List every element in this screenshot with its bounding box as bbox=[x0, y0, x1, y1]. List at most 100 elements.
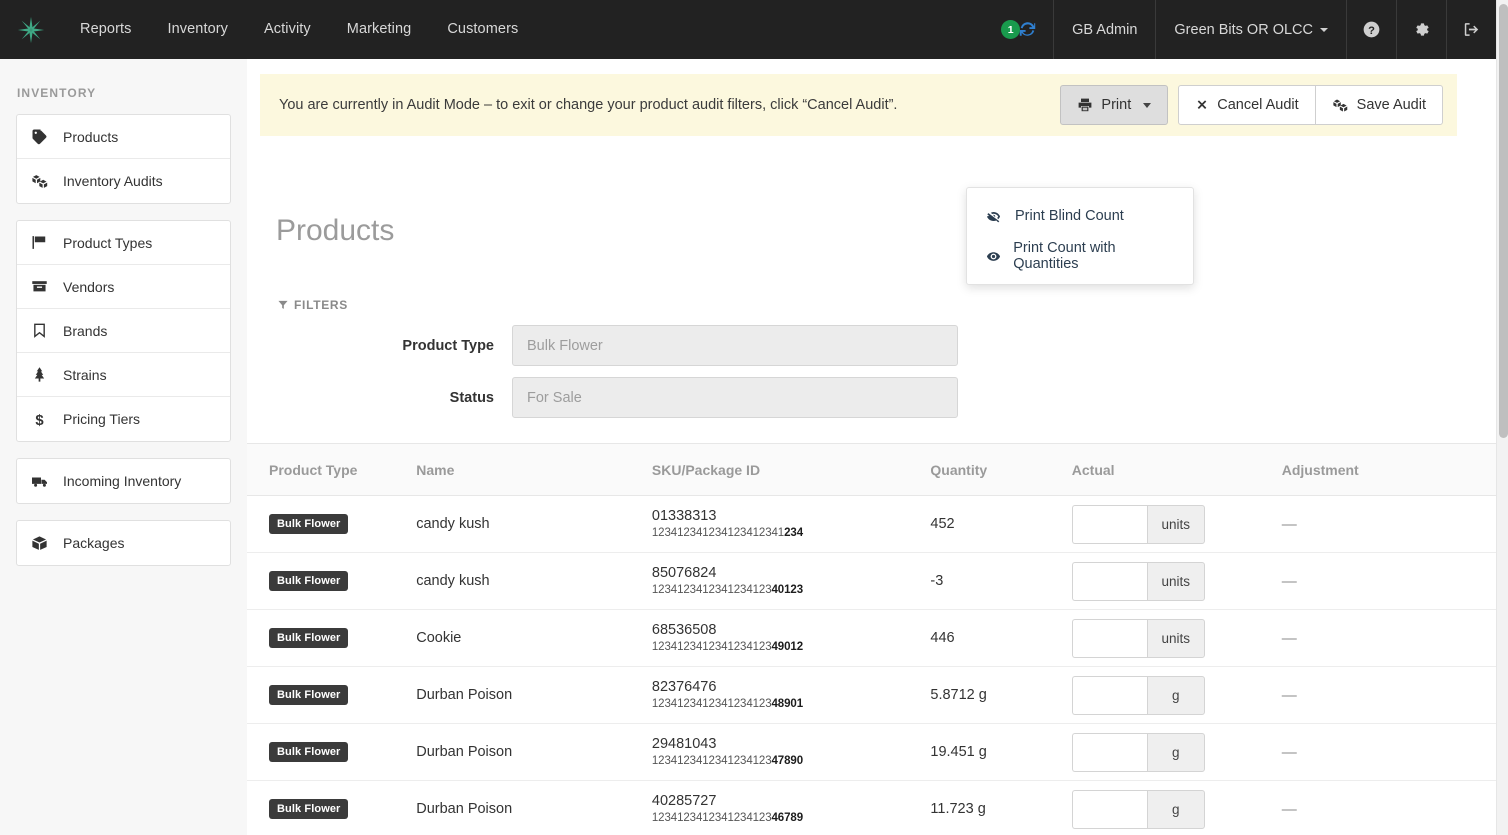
page-scrollbar[interactable] bbox=[1496, 0, 1508, 835]
audit-action-buttons: Print Cancel Audit Save Audit bbox=[1060, 85, 1443, 125]
adjustment-value: — bbox=[1281, 800, 1297, 818]
sidebar-item-label: Pricing Tiers bbox=[63, 411, 141, 427]
cell-quantity: 19.451 g bbox=[930, 723, 1072, 781]
eye-slash-icon bbox=[985, 209, 1015, 224]
nav-link-marketing[interactable]: Marketing bbox=[329, 0, 430, 59]
package-id-value: 123412341234123412341234 bbox=[652, 526, 931, 541]
actual-quantity-input[interactable] bbox=[1071, 789, 1147, 829]
sku-value: 01338313 bbox=[651, 508, 717, 525]
cell-sku: 01338313 123412341234123412341234 bbox=[651, 495, 931, 553]
package-id-suffix: 47890 bbox=[771, 754, 804, 767]
nav-link-inventory[interactable]: Inventory bbox=[149, 0, 246, 59]
print-button-label: Print bbox=[1101, 97, 1132, 113]
app-logo[interactable] bbox=[0, 15, 62, 45]
page-scrollbar-thumb[interactable] bbox=[1499, 4, 1508, 438]
cube-icon bbox=[31, 535, 57, 552]
sidebar-section-title: INVENTORY bbox=[17, 86, 97, 100]
actual-quantity-group: units bbox=[1071, 504, 1205, 544]
sync-status-indicator[interactable]: 1 bbox=[991, 0, 1053, 59]
cell-name: Durban Poison bbox=[416, 780, 652, 835]
package-id-prefix: 123412341234123412341 bbox=[651, 526, 785, 539]
table-body: Bulk Flower candy kush 01338313 12341234123… bbox=[247, 495, 1496, 835]
sidebar-item-pricing-tiers[interactable]: $ Pricing Tiers bbox=[17, 397, 230, 441]
sidebar-item-strains[interactable]: Strains bbox=[17, 353, 230, 397]
nav-link-reports[interactable]: Reports bbox=[62, 0, 149, 59]
unit-addon: units bbox=[1146, 504, 1205, 544]
sidebar-item-packages[interactable]: Packages bbox=[17, 521, 230, 565]
sidebar-item-label: Incoming Inventory bbox=[63, 473, 182, 489]
location-label: Green Bits OR OLCC bbox=[1174, 21, 1313, 38]
green-bits-star-logo bbox=[17, 16, 45, 43]
adjustment-value: — bbox=[1281, 515, 1297, 533]
cell-actual: units bbox=[1071, 609, 1282, 667]
cancel-audit-button[interactable]: Cancel Audit bbox=[1178, 85, 1316, 125]
cell-product-type: Bulk Flower bbox=[247, 552, 417, 610]
audit-mode-message: You are currently in Audit Mode – to exi… bbox=[279, 97, 898, 113]
sidebar-item-vendors[interactable]: Vendors bbox=[17, 265, 230, 309]
cell-actual: units bbox=[1071, 552, 1282, 610]
cell-name: candy kush bbox=[416, 495, 652, 553]
package-id-value: 123412341234123412347890 bbox=[652, 754, 931, 769]
inventory-sidebar: INVENTORY Products Inventory Audits Prod… bbox=[0, 59, 247, 835]
bookmark-icon bbox=[31, 322, 57, 339]
sidebar-item-label: Inventory Audits bbox=[63, 173, 163, 189]
chevron-down-icon bbox=[1320, 27, 1328, 32]
unit-addon: g bbox=[1146, 789, 1205, 829]
table-row: Bulk Flower Durban Poison 40285727 12341234… bbox=[247, 780, 1496, 835]
nav-right-cluster: 1 GB Admin Green Bits OR OLCC ? bbox=[991, 0, 1496, 59]
package-id-prefix: 1234123412341234123 bbox=[651, 811, 772, 824]
nav-link-activity[interactable]: Activity bbox=[246, 0, 329, 59]
boxes-icon bbox=[1333, 99, 1347, 111]
product-type-badge: Bulk Flower bbox=[269, 742, 349, 762]
table-row: Bulk Flower candy kush 01338313 12341234123… bbox=[247, 495, 1496, 553]
sidebar-item-brands[interactable]: Brands bbox=[17, 309, 230, 353]
current-user-label[interactable]: GB Admin bbox=[1053, 0, 1155, 59]
sidebar-item-product-types[interactable]: Product Types bbox=[17, 221, 230, 265]
cell-sku: 29481043 123412341234123412347890 bbox=[651, 723, 931, 781]
sku-value: 85076824 bbox=[651, 565, 717, 582]
table-row: Bulk Flower Durban Poison 82376476 12341234… bbox=[247, 666, 1496, 724]
package-id-prefix: 1234123412341234123 bbox=[651, 697, 772, 710]
print-count-with-quantities-item[interactable]: Print Count with Quantities bbox=[967, 236, 1193, 276]
primary-nav-links: Reports Inventory Activity Marketing Cus… bbox=[62, 0, 536, 59]
cell-product-type: Bulk Flower bbox=[247, 609, 417, 667]
save-audit-button[interactable]: Save Audit bbox=[1314, 85, 1443, 125]
filter-input-status[interactable]: For Sale bbox=[512, 377, 958, 418]
actual-quantity-input[interactable] bbox=[1071, 618, 1147, 658]
unit-addon: units bbox=[1146, 618, 1205, 658]
actual-quantity-input[interactable] bbox=[1071, 504, 1147, 544]
cell-adjustment: — bbox=[1281, 552, 1496, 610]
unit-addon: g bbox=[1146, 675, 1205, 715]
tag-icon bbox=[31, 128, 57, 145]
sidebar-item-incoming-inventory[interactable]: Incoming Inventory bbox=[17, 459, 230, 503]
sidebar-group-attributes: Product Types Vendors Brands Strains $ P… bbox=[16, 220, 231, 442]
products-audit-table: Product Type Name SKU/Package ID Quantit… bbox=[247, 443, 1496, 835]
sidebar-item-products[interactable]: Products bbox=[17, 115, 230, 159]
nav-link-customers[interactable]: Customers bbox=[429, 0, 536, 59]
sidebar-item-inventory-audits[interactable]: Inventory Audits bbox=[17, 159, 230, 203]
gear-icon bbox=[1416, 23, 1429, 36]
package-id-prefix: 1234123412341234123 bbox=[651, 640, 772, 653]
main-content-area: You are currently in Audit Mode – to exi… bbox=[247, 59, 1496, 835]
cell-quantity: 446 bbox=[930, 609, 1072, 667]
sidebar-group-incoming: Incoming Inventory bbox=[16, 458, 231, 504]
cell-sku: 68536508 123412341234123412349012 bbox=[651, 609, 931, 667]
actual-quantity-input[interactable] bbox=[1071, 675, 1147, 715]
help-button[interactable]: ? bbox=[1346, 0, 1396, 59]
location-selector[interactable]: Green Bits OR OLCC bbox=[1155, 0, 1346, 59]
print-blind-count-item[interactable]: Print Blind Count bbox=[967, 196, 1193, 236]
print-dropdown-button[interactable]: Print bbox=[1060, 85, 1169, 125]
settings-button[interactable] bbox=[1396, 0, 1446, 59]
cell-name: Durban Poison bbox=[416, 666, 652, 724]
logout-button[interactable] bbox=[1446, 0, 1496, 59]
column-header-sku: SKU/Package ID bbox=[651, 443, 931, 496]
printer-icon bbox=[1079, 98, 1092, 112]
cell-sku: 82376476 123412341234123412348901 bbox=[651, 666, 931, 724]
filter-input-product-type[interactable]: Bulk Flower bbox=[512, 325, 958, 366]
dollar-icon: $ bbox=[31, 411, 57, 427]
actual-quantity-input[interactable] bbox=[1071, 561, 1147, 601]
actual-quantity-input[interactable] bbox=[1071, 732, 1147, 772]
eye-icon bbox=[985, 249, 1013, 264]
page-title: Products bbox=[276, 214, 395, 247]
table-header-row: Product Type Name SKU/Package ID Quantit… bbox=[247, 443, 1496, 496]
